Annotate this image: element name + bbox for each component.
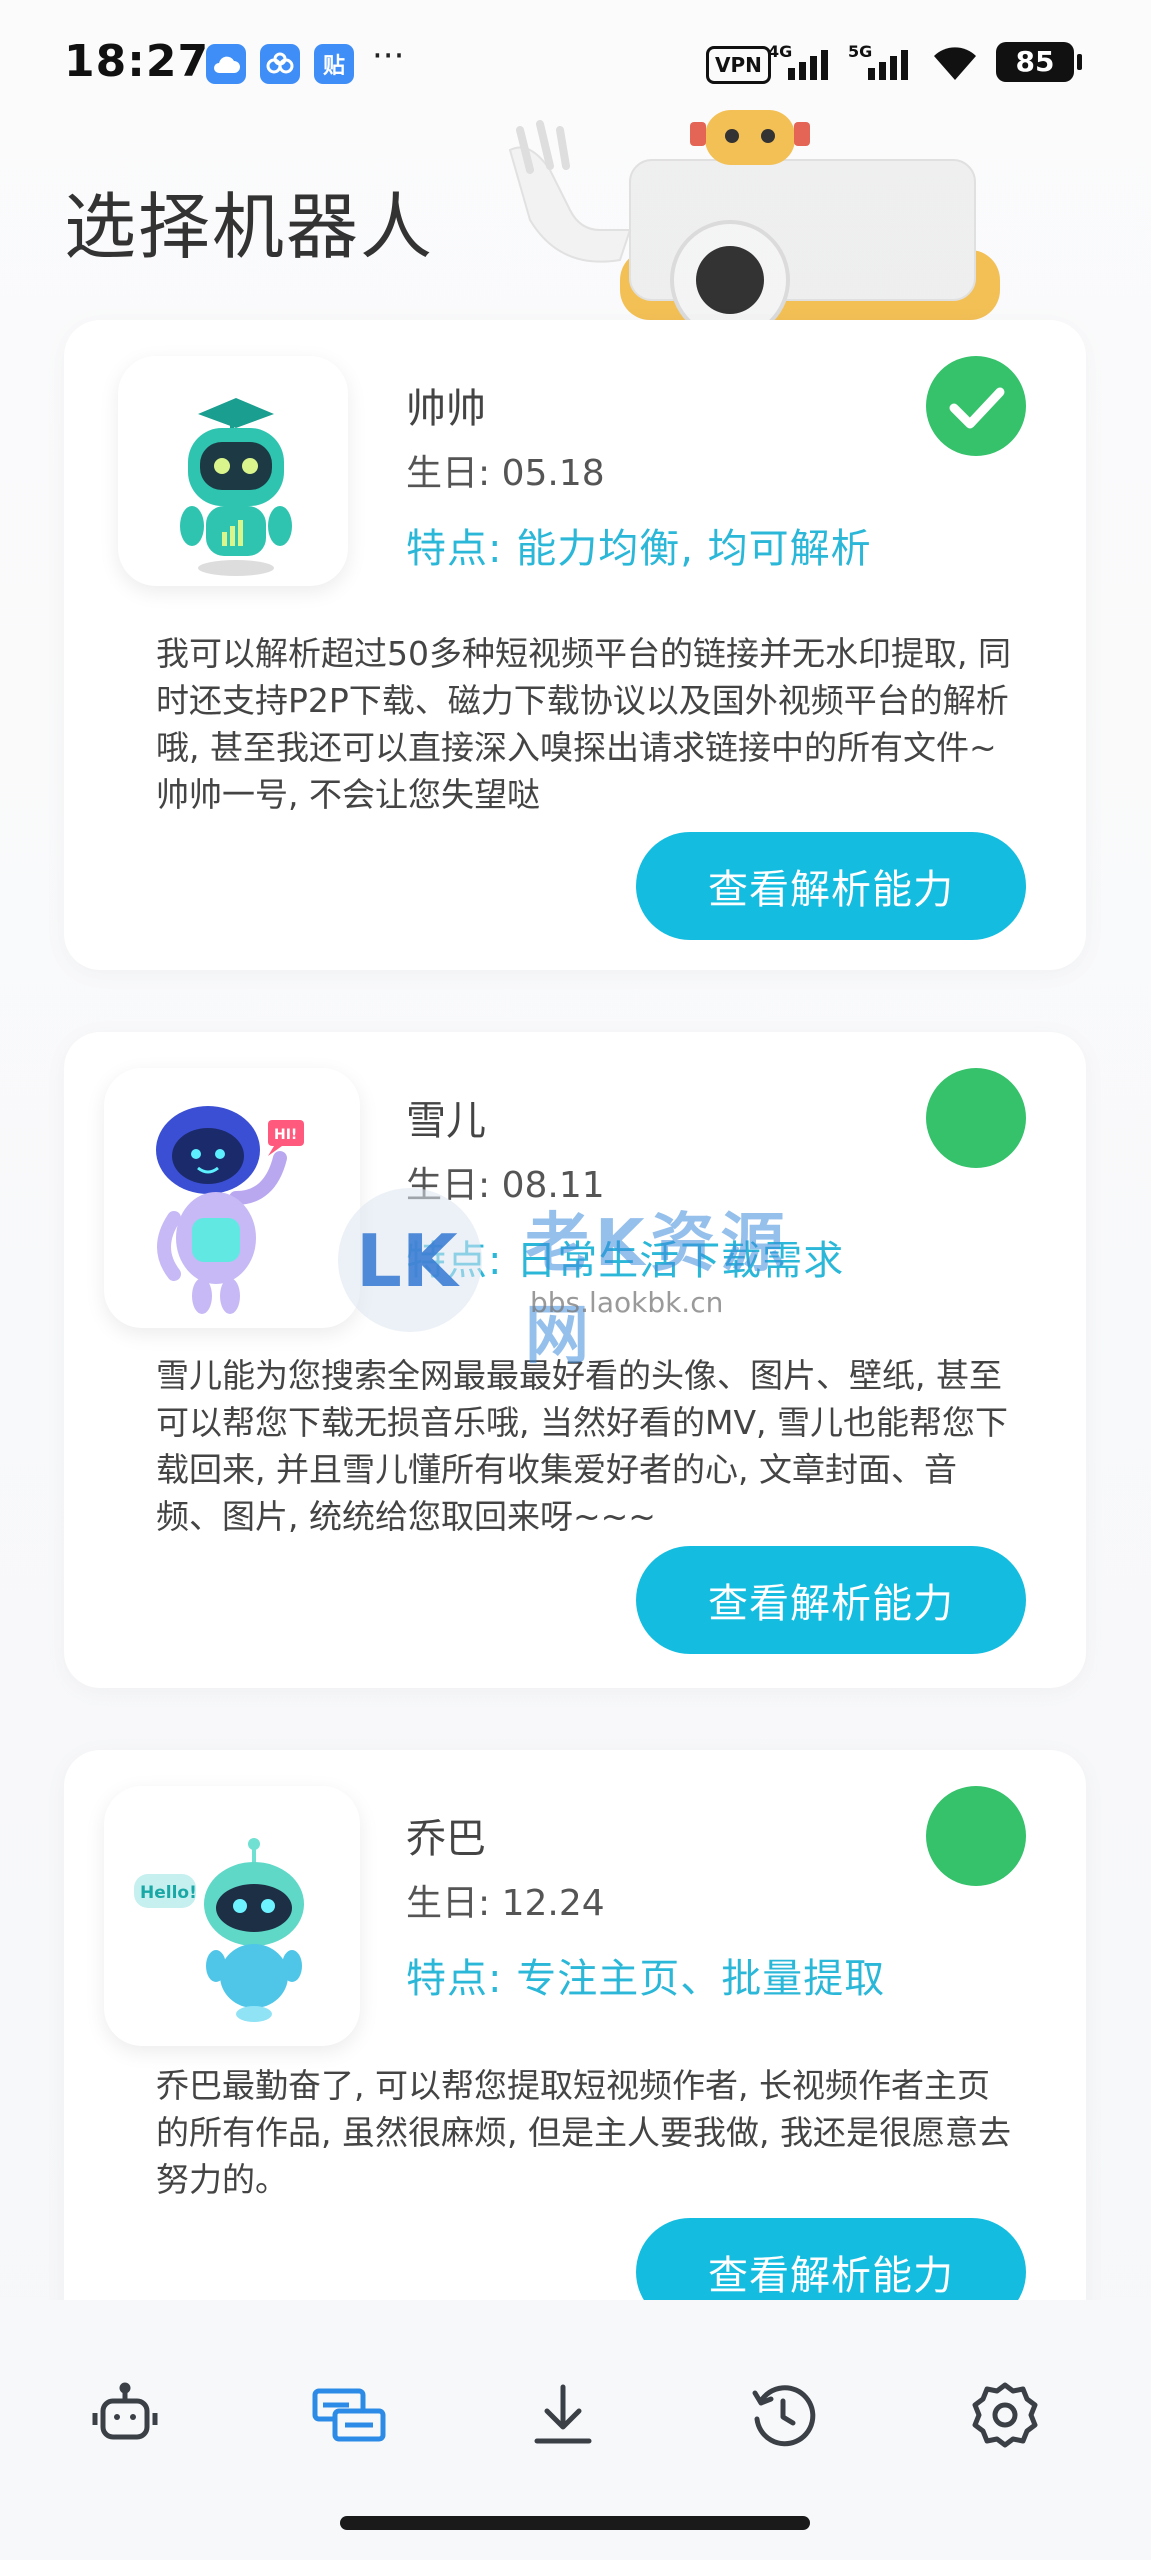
nav-robot-icon[interactable] bbox=[80, 2370, 170, 2460]
robot-card-qiaoba[interactable]: Hello! 乔巴 生日: 12.24 特点: 专注主页、批量提取 乔巴最勤奋了… bbox=[64, 1750, 1086, 2370]
robot-feature: 特点: 日常生活下载需求 bbox=[406, 1238, 845, 1284]
nav-download-icon[interactable] bbox=[518, 2370, 608, 2460]
robot-card-shuaishuai[interactable]: 帅帅 生日: 05.18 特点: 能力均衡, 均可解析 我可以解析超过50多种短… bbox=[64, 320, 1086, 970]
robot-name: 雪儿 bbox=[406, 1098, 486, 1144]
wifi-icon bbox=[930, 44, 980, 86]
battery-indicator: 85 bbox=[996, 42, 1082, 82]
cloud-app-icon bbox=[206, 44, 246, 84]
signal-4g-icon: 4G bbox=[768, 42, 838, 82]
more-notifications-icon: ··· bbox=[372, 36, 405, 76]
select-robot-toggle[interactable] bbox=[926, 1786, 1026, 1886]
robot-avatar-xueer: HI! bbox=[104, 1068, 360, 1328]
robot-card-xueer[interactable]: HI! 雪儿 生日: 08.11 特点: 日常生活下载需求 雪儿能为您搜索全网最… bbox=[64, 1032, 1086, 1688]
bubble-text: Hello! bbox=[140, 1883, 197, 1903]
robot-name: 乔巴 bbox=[406, 1816, 486, 1862]
bubble-text: HI! bbox=[274, 1127, 297, 1143]
nav-settings-gear-icon[interactable] bbox=[960, 2370, 1050, 2460]
nav-link-parse-icon[interactable] bbox=[304, 2370, 394, 2460]
robot-description: 我可以解析超过50多种短视频平台的链接并无水印提取, 同时还支持P2P下载、磁力… bbox=[156, 634, 1011, 814]
robot-select-screen: 18:27 贴 ··· VPN 4G 5G 85 选择机器人 帅帅 生日: 05… bbox=[0, 0, 1151, 2560]
robot-description: 雪儿能为您搜索全网最最最好看的头像、图片、壁纸, 甚至可以帮您下载无损音乐哦, … bbox=[156, 1356, 1009, 1536]
robot-avatar-qiaoba: Hello! bbox=[104, 1786, 360, 2046]
bottom-navigation bbox=[0, 2300, 1151, 2560]
robot-birthday: 生日: 12.24 bbox=[406, 1883, 605, 1924]
vpn-badge: VPN bbox=[706, 46, 771, 84]
signal-5g-icon: 5G bbox=[848, 42, 918, 82]
view-parse-ability-button[interactable]: 查看解析能力 bbox=[636, 1546, 1026, 1654]
robot-feature: 特点: 能力均衡, 均可解析 bbox=[406, 526, 872, 572]
select-robot-toggle[interactable] bbox=[926, 1068, 1026, 1168]
page-title: 选择机器人 bbox=[64, 185, 435, 269]
tieba-glyph: 贴 bbox=[322, 54, 345, 79]
robot-name: 帅帅 bbox=[406, 386, 486, 432]
home-indicator[interactable] bbox=[340, 2516, 810, 2530]
robot-birthday: 生日: 05.18 bbox=[406, 453, 605, 494]
tieba-app-icon: 贴 bbox=[314, 44, 354, 84]
selected-check-icon[interactable] bbox=[926, 356, 1026, 456]
robot-feature: 特点: 专注主页、批量提取 bbox=[406, 1956, 886, 2002]
baidu-app-icon bbox=[260, 44, 300, 84]
status-time: 18:27 bbox=[64, 36, 210, 87]
nav-history-icon[interactable] bbox=[738, 2370, 828, 2460]
robot-description: 乔巴最勤奋了, 可以帮您提取短视频作者, 长视频作者主页的所有作品, 虽然很麻烦… bbox=[156, 2066, 1011, 2199]
robot-birthday: 生日: 08.11 bbox=[406, 1165, 605, 1206]
view-parse-ability-button[interactable]: 查看解析能力 bbox=[636, 832, 1026, 940]
robot-avatar-shuaishuai bbox=[118, 356, 348, 586]
